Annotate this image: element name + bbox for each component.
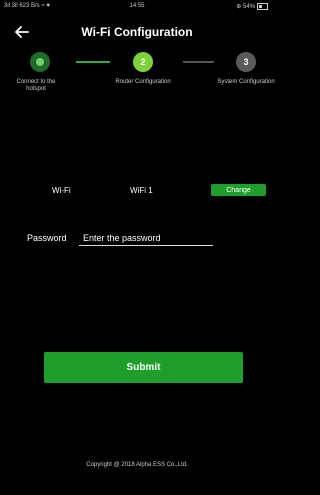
change-wifi-button[interactable]: Change — [211, 184, 266, 196]
step-connector-2 — [183, 61, 214, 63]
status-time: 14:55 — [129, 3, 145, 9]
submit-button[interactable]: Submit — [44, 352, 243, 383]
password-input[interactable] — [79, 231, 213, 246]
page-title: Wi-Fi Configuration — [81, 25, 193, 39]
status-bar: 3il 3il 623 B/s ≈ ♥ 14:55 ⊕ 54% — [0, 0, 274, 14]
step-2-label: Router Configuration — [115, 79, 171, 85]
step-3-indicator: 3 — [236, 52, 256, 72]
step-2-indicator: 2 — [133, 52, 153, 72]
wifi-row: Wi-Fi WiFi 1 Change — [0, 183, 274, 199]
step-connector-1 — [76, 61, 110, 63]
check-dot-icon — [36, 58, 44, 66]
battery-icon — [257, 3, 268, 10]
step-progress: 2 3 Connect to the hotspot Router Config… — [0, 52, 275, 102]
step-1-label: Connect to the hotspot — [16, 79, 56, 92]
header: Wi-Fi Configuration — [0, 20, 274, 44]
password-label: Password — [27, 233, 67, 243]
password-row: Password — [0, 231, 274, 247]
step-1-indicator — [30, 52, 50, 72]
battery-text: ⊕ 54% — [236, 4, 255, 10]
copyright-footer: Copyright @ 2018 Alpha ESS Co.,Ltd. — [86, 462, 188, 468]
wifi-label: Wi-Fi — [52, 186, 71, 195]
wifi-ssid: WiFi 1 — [130, 186, 153, 195]
status-battery: ⊕ 54% — [236, 3, 268, 10]
step-3-label: System Configuration — [217, 79, 275, 85]
